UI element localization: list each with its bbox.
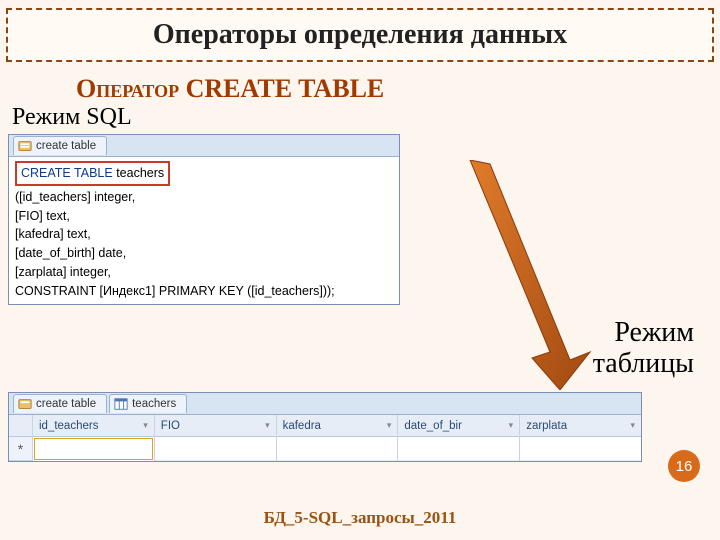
mode-sql-label: Режим SQL: [12, 104, 132, 131]
subtitle-operator-word: Оператор: [76, 74, 179, 103]
row-header-top[interactable]: [9, 415, 32, 437]
column-header-label: kafedra: [283, 420, 321, 432]
column-date-of-birth: date_of_bir ▾: [398, 415, 520, 461]
active-cell[interactable]: [34, 438, 153, 460]
sql-tab-bar: create table: [9, 135, 399, 157]
sql-line-3: [FIO] text,: [15, 207, 393, 226]
subtitle: Оператор CREATE TABLE: [76, 74, 384, 104]
new-row-marker[interactable]: *: [9, 437, 32, 461]
chevron-down-icon[interactable]: ▾: [265, 420, 270, 431]
column-header[interactable]: kafedra ▾: [277, 415, 398, 437]
sql-keyword-create-table: CREATE TABLE: [21, 166, 113, 180]
mode-table-line2: таблицы: [593, 349, 694, 380]
data-cell[interactable]: [277, 437, 398, 461]
chevron-down-icon[interactable]: ▾: [143, 420, 148, 431]
column-header-label: zarplata: [526, 420, 567, 432]
chevron-down-icon[interactable]: ▾: [630, 420, 635, 431]
column-id-teachers: id_teachers ▾: [33, 415, 155, 461]
data-cell[interactable]: [155, 437, 276, 461]
tab-teachers[interactable]: teachers: [109, 394, 187, 413]
sql-line1-rest: teachers: [116, 166, 164, 180]
sql-query-icon: [18, 139, 32, 153]
column-header-label: date_of_bir: [404, 420, 462, 432]
tab-teachers-label: teachers: [132, 398, 176, 410]
subtitle-cmd: CREATE TABLE: [186, 74, 385, 103]
column-fio: FIO ▾: [155, 415, 277, 461]
sql-line-6: [zarplata] integer,: [15, 263, 393, 282]
arrow-icon: [390, 160, 600, 390]
sql-code-body[interactable]: CREATE TABLE teachers ([id_teachers] int…: [9, 157, 399, 304]
page-number: 16: [676, 458, 693, 475]
column-header[interactable]: id_teachers ▾: [33, 415, 154, 437]
datasheet-icon: [114, 397, 128, 411]
column-header[interactable]: FIO ▾: [155, 415, 276, 437]
sql-editor-window: create table CREATE TABLE teachers ([id_…: [8, 134, 400, 305]
chevron-down-icon[interactable]: ▾: [387, 420, 392, 431]
sql-tab-label: create table: [36, 140, 96, 152]
column-header-label: FIO: [161, 420, 180, 432]
column-header[interactable]: zarplata ▾: [520, 415, 641, 437]
footer-text: БД_5-SQL_запросы_2011: [0, 508, 720, 528]
sql-tab-create-table[interactable]: create table: [13, 136, 107, 155]
column-header[interactable]: date_of_bir ▾: [398, 415, 519, 437]
sql-line-1-highlight: CREATE TABLE teachers: [15, 161, 170, 186]
title-frame: Операторы определения данных: [6, 8, 714, 62]
mode-table-line1: Режим: [593, 318, 694, 349]
sql-line-2: ([id_teachers] integer,: [15, 188, 393, 207]
datasheet-window: create table teachers * id_teachers ▾: [8, 392, 642, 462]
column-header-label: id_teachers: [39, 420, 98, 432]
datasheet-grid: * id_teachers ▾ FIO ▾ kafedra ▾: [9, 415, 641, 461]
page-number-badge: 16: [668, 450, 700, 482]
slide-title: Операторы определения данных: [153, 19, 567, 51]
sql-line-7: CONSTRAINT [Индекс1] PRIMARY KEY ([id_te…: [15, 282, 393, 301]
chevron-down-icon[interactable]: ▾: [509, 420, 514, 431]
sql-line-5: [date_of_birth] date,: [15, 244, 393, 263]
data-cell[interactable]: [520, 437, 641, 461]
column-kafedra: kafedra ▾: [277, 415, 399, 461]
row-header-column: *: [9, 415, 33, 461]
sql-line-4: [kafedra] text,: [15, 225, 393, 244]
datasheet-tab-bar: create table teachers: [9, 393, 641, 415]
tab-create-table[interactable]: create table: [13, 394, 107, 413]
grid-columns: id_teachers ▾ FIO ▾ kafedra ▾: [33, 415, 641, 461]
column-zarplata: zarplata ▾: [520, 415, 641, 461]
tab-create-table-label: create table: [36, 398, 96, 410]
mode-table-label: Режим таблицы: [593, 318, 694, 380]
data-cell[interactable]: [398, 437, 519, 461]
sql-query-icon: [18, 397, 32, 411]
